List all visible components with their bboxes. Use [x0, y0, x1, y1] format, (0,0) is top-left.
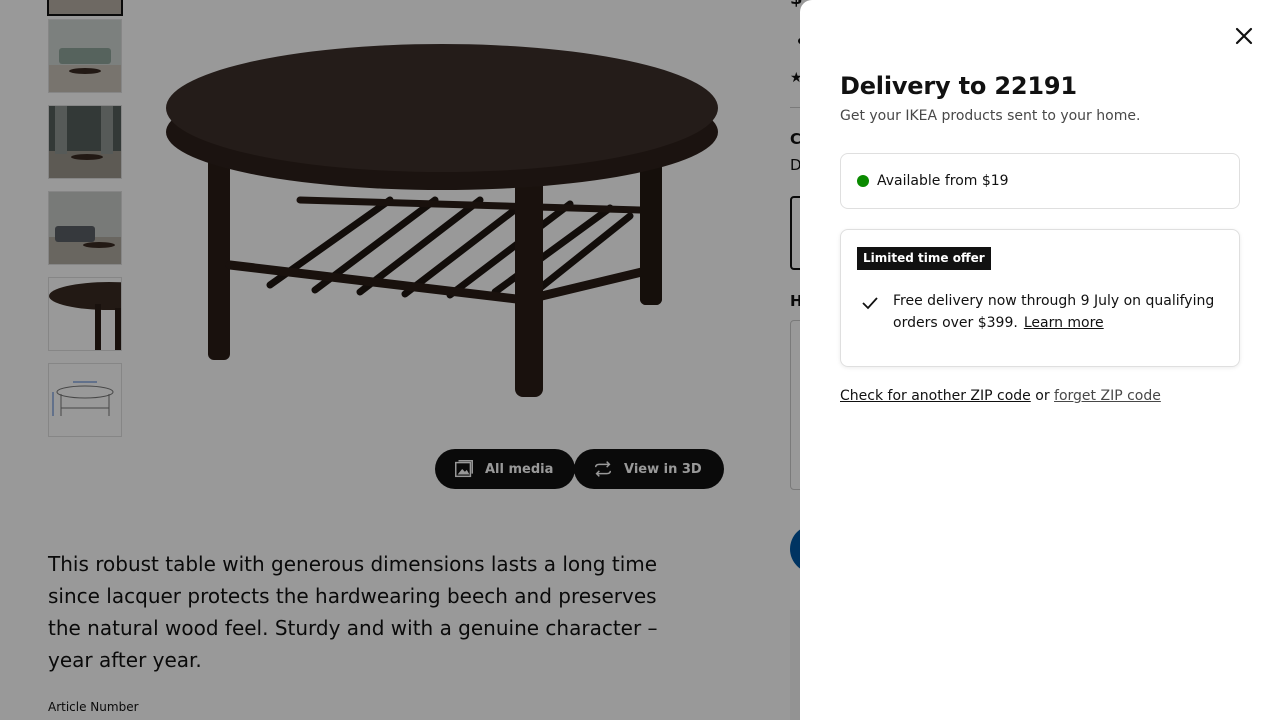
offer-card: Limited time offer Free delivery now thr…: [840, 229, 1240, 367]
panel-subtitle: Get your IKEA products sent to your home…: [840, 108, 1141, 124]
availability-text: Available from $19: [877, 173, 1009, 189]
status-dot-icon: [857, 175, 869, 187]
availability-card: Available from $19: [840, 153, 1240, 209]
close-button[interactable]: [1228, 20, 1260, 52]
zip-actions: Check for another ZIP code or forget ZIP…: [840, 388, 1161, 404]
panel-title: Delivery to 22191: [840, 72, 1077, 100]
check-zip-link[interactable]: Check for another ZIP code: [840, 388, 1031, 404]
check-icon: [862, 297, 878, 310]
offer-text-block: Free delivery now through 9 July on qual…: [893, 290, 1223, 334]
offer-badge: Limited time offer: [857, 247, 991, 270]
zip-separator: or: [1035, 388, 1050, 404]
learn-more-link[interactable]: Learn more: [1024, 315, 1104, 331]
forget-zip-link[interactable]: forget ZIP code: [1054, 388, 1161, 404]
close-icon: [1235, 27, 1253, 45]
